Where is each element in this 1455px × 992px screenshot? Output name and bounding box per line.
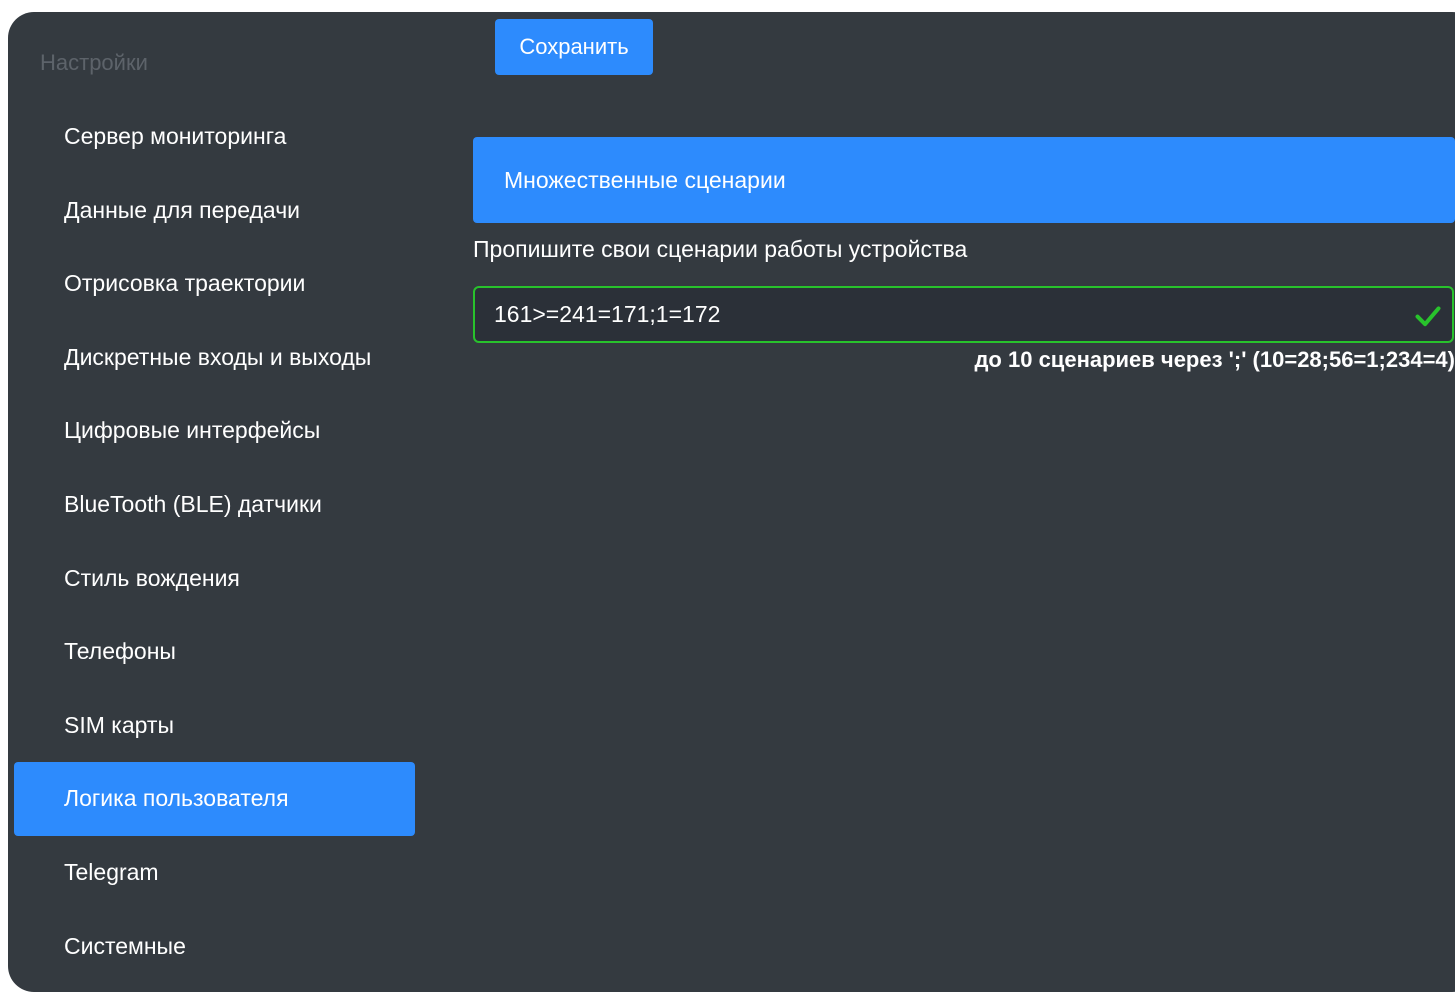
section-header: Множественные сценарии — [473, 137, 1455, 223]
sidebar-item-telegram[interactable]: Telegram — [14, 836, 415, 910]
sidebar-item-phones[interactable]: Телефоны — [14, 615, 415, 689]
sidebar-item-user-logic[interactable]: Логика пользователя — [14, 762, 415, 836]
scenario-hint: до 10 сценариев через ';' (10=28;56=1;23… — [974, 347, 1455, 372]
scenario-input[interactable] — [475, 288, 1452, 341]
sidebar-item-sim-cards[interactable]: SIM карты — [14, 689, 415, 763]
sidebar-title: Настройки — [40, 50, 148, 75]
sidebar-item-monitoring-server[interactable]: Сервер мониторинга — [14, 100, 415, 174]
sidebar-item-ble-sensors[interactable]: BlueTooth (BLE) датчики — [14, 468, 415, 542]
sidebar-item-track-drawing[interactable]: Отрисовка траектории — [14, 247, 415, 321]
settings-window: Настройки Сервер мониторинга Данные для … — [8, 12, 1455, 992]
main-panel: Сохранить Множественные сценарии Пропиши… — [473, 12, 1455, 992]
save-button[interactable]: Сохранить — [495, 19, 653, 75]
check-icon — [1415, 306, 1441, 327]
sidebar-item-transmission-data[interactable]: Данные для передачи — [14, 174, 415, 248]
sidebar: Настройки Сервер мониторинга Данные для … — [8, 12, 428, 992]
scenario-field-label: Пропишите свои сценарии работы устройств… — [473, 236, 968, 262]
scenario-input-wrapper — [473, 286, 1454, 343]
sidebar-item-digital-interfaces[interactable]: Цифровые интерфейсы — [14, 394, 415, 468]
sidebar-item-system[interactable]: Системные — [14, 910, 415, 984]
sidebar-nav: Сервер мониторинга Данные для передачи О… — [14, 100, 415, 983]
sidebar-item-driving-style[interactable]: Стиль вождения — [14, 542, 415, 616]
sidebar-item-discrete-io[interactable]: Дискретные входы и выходы — [14, 321, 415, 395]
